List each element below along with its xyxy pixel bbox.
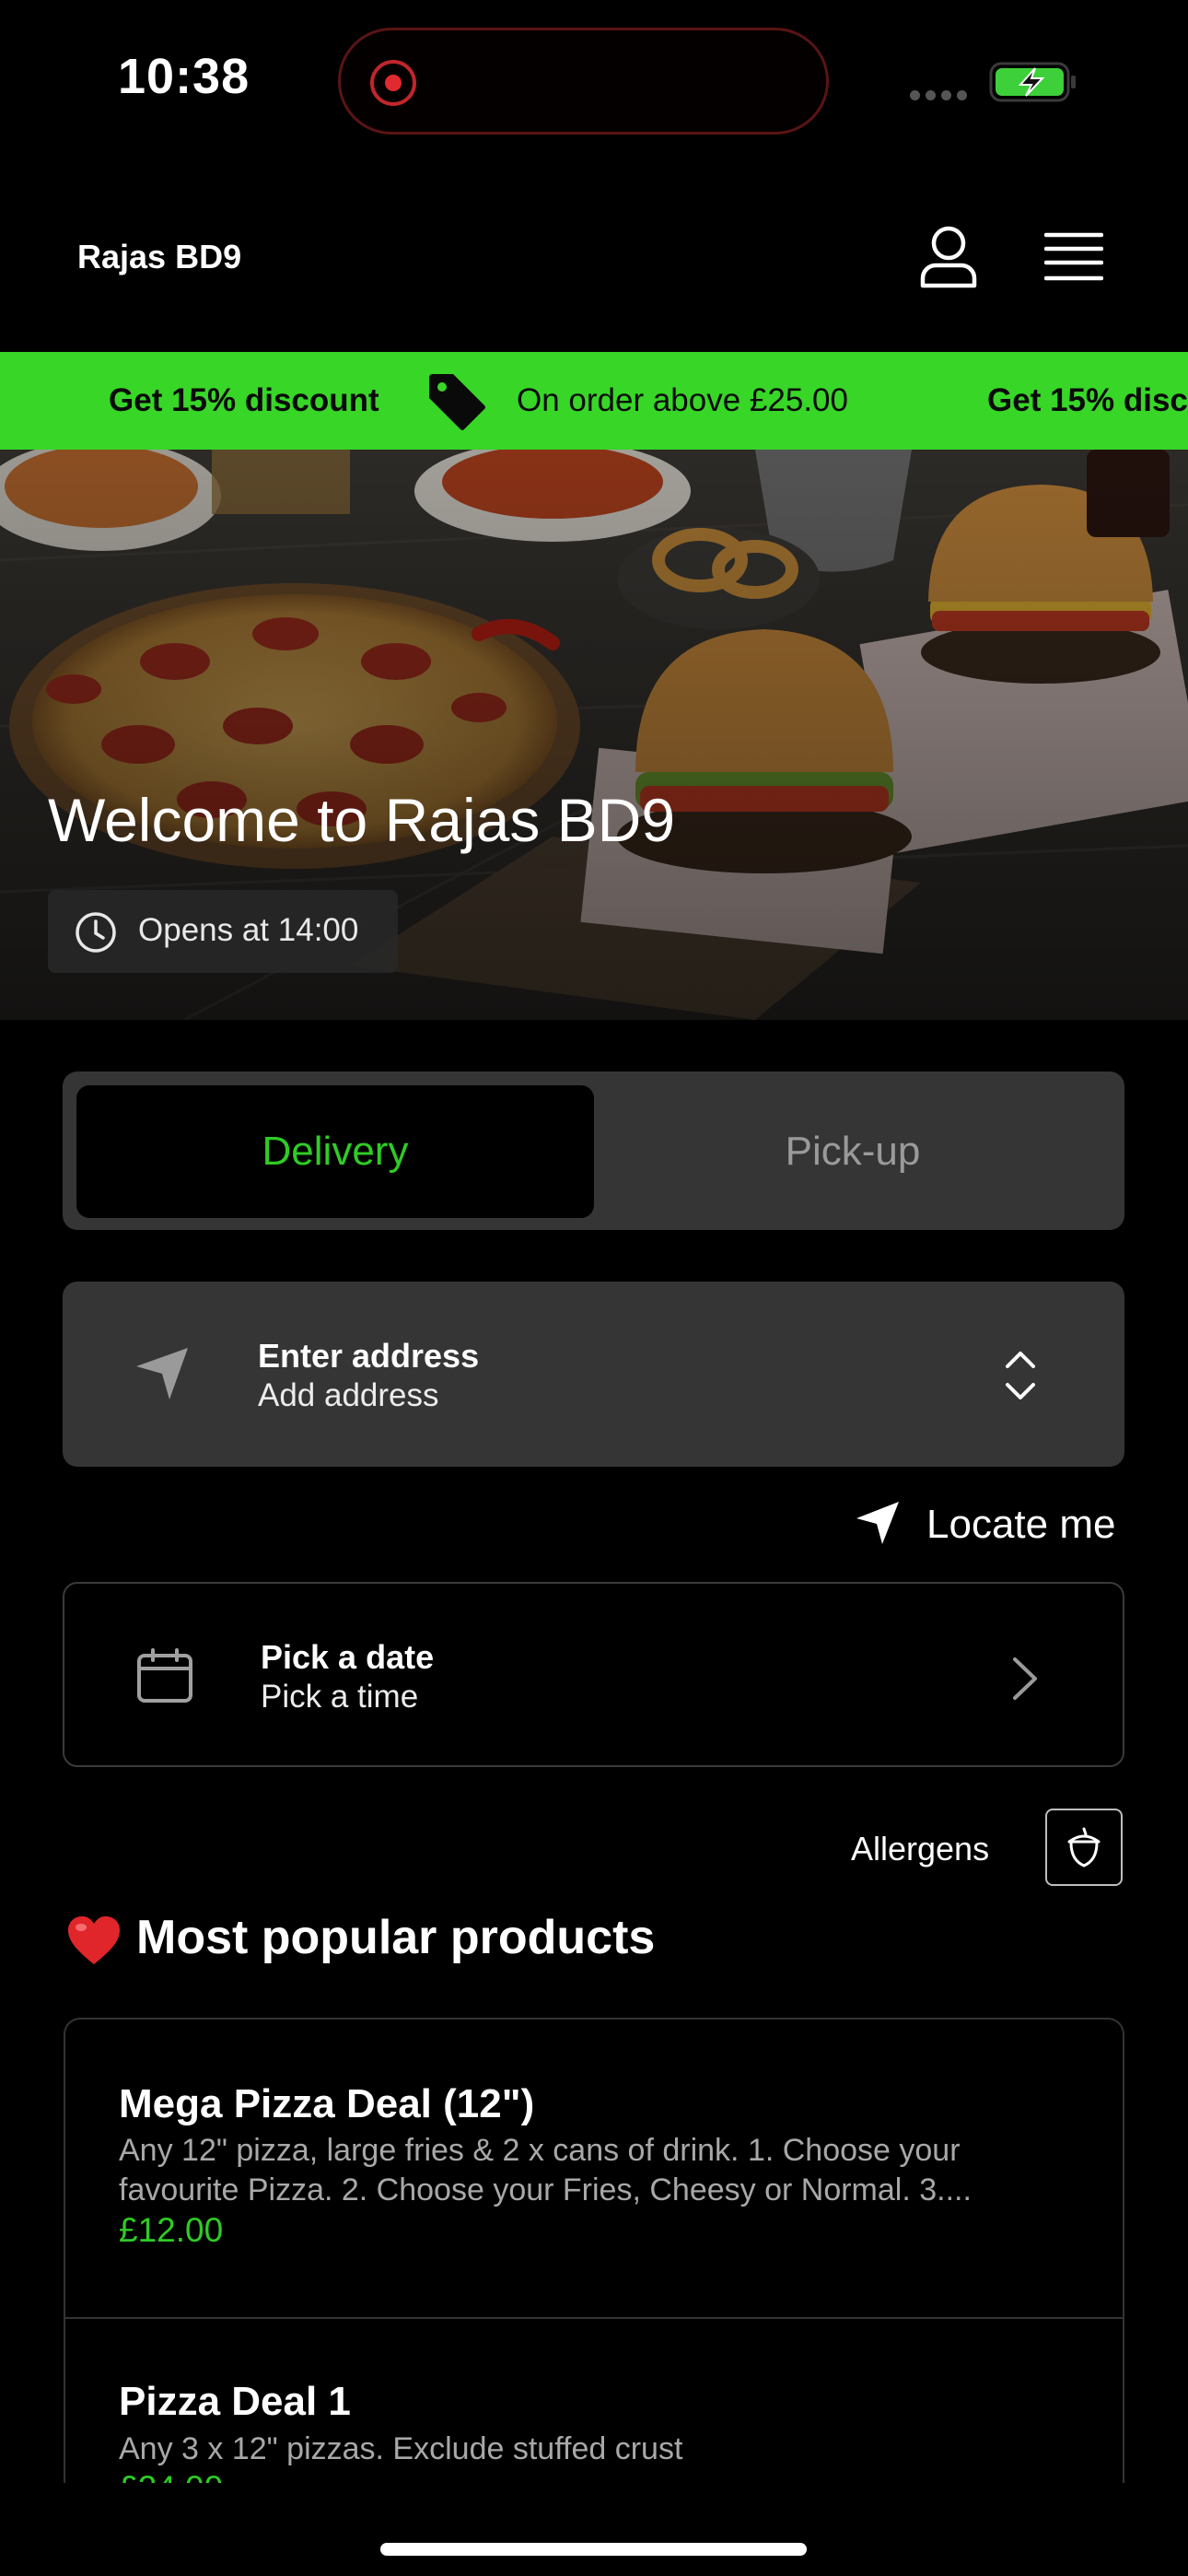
opening-hours-badge: Opens at 14:00 [48, 890, 398, 973]
promo-banner[interactable]: Get 15% discount On order above £25.00 G… [0, 352, 1188, 450]
account-icon[interactable] [917, 225, 980, 294]
time-subtitle: Pick a time [261, 1679, 419, 1715]
clock-icon [76, 912, 116, 953]
product-card[interactable]: Mega Pizza Deal (12") Any 12" pizza, lar… [65, 2020, 1123, 2317]
product-price: £12.00 [119, 2211, 224, 2249]
opening-hours-text: Opens at 14:00 [138, 912, 359, 948]
acorn-icon [1067, 1827, 1101, 1868]
calendar-icon [137, 1648, 192, 1703]
heart-icon [68, 1916, 120, 1965]
hamburger-menu-icon[interactable] [1043, 232, 1104, 288]
chevron-right-icon [1013, 1657, 1037, 1700]
product-description: Any 3 x 12" pizzas. Exclude stuffed crus… [119, 2431, 683, 2466]
price-tag-icon [425, 372, 488, 439]
date-title: Pick a date [261, 1638, 435, 1676]
status-time: 10:38 [118, 49, 250, 104]
recording-indicator-icon [370, 60, 416, 106]
navigation-arrow-icon [136, 1348, 188, 1399]
locate-me-button[interactable]: Locate me [855, 1500, 1115, 1551]
address-title: Enter address [258, 1337, 480, 1375]
product-name: Pizza Deal 1 [119, 2379, 351, 2424]
product-card[interactable]: Pizza Deal 1 Any 3 x 12" pizzas. Exclude… [65, 2319, 1123, 2483]
order-type-toggle: Delivery Pick-up [63, 1071, 1124, 1230]
section-title-text: Most popular products [136, 1911, 656, 1964]
section-most-popular: Most popular products [66, 1910, 655, 1966]
tab-pick-up[interactable]: Pick-up [594, 1085, 1112, 1218]
address-selector[interactable]: Enter address Add address [63, 1282, 1124, 1467]
promo-headline-repeat: Get 15% disc [987, 382, 1188, 418]
product-name: Mega Pizza Deal (12") [119, 2081, 535, 2126]
signal-icon [910, 88, 973, 100]
location-arrow-icon [856, 1502, 899, 1544]
home-indicator[interactable] [380, 2543, 807, 2556]
promo-condition: On order above £25.00 [517, 382, 848, 418]
tab-delivery[interactable]: Delivery [76, 1085, 594, 1218]
battery-charging-icon [989, 61, 1077, 108]
date-time-picker[interactable]: Pick a date Pick a time [63, 1582, 1124, 1767]
popular-products-list: Mega Pizza Deal (12") Any 12" pizza, lar… [64, 2018, 1124, 2483]
promo-headline: Get 15% discount [109, 382, 379, 418]
address-subtitle: Add address [258, 1377, 439, 1413]
welcome-title: Welcome to Rajas BD9 [48, 786, 676, 854]
allergens-label: Allergens [851, 1830, 990, 1868]
allergens-button[interactable] [1045, 1809, 1123, 1886]
product-price: £24.00 [119, 2469, 223, 2483]
locate-me-label: Locate me [926, 1502, 1116, 1547]
product-description: Any 12" pizza, large fries & 2 x cans of… [119, 2133, 972, 2207]
chevron-up-down-icon [1006, 1352, 1035, 1399]
restaurant-name[interactable]: Rajas BD9 [77, 238, 241, 276]
